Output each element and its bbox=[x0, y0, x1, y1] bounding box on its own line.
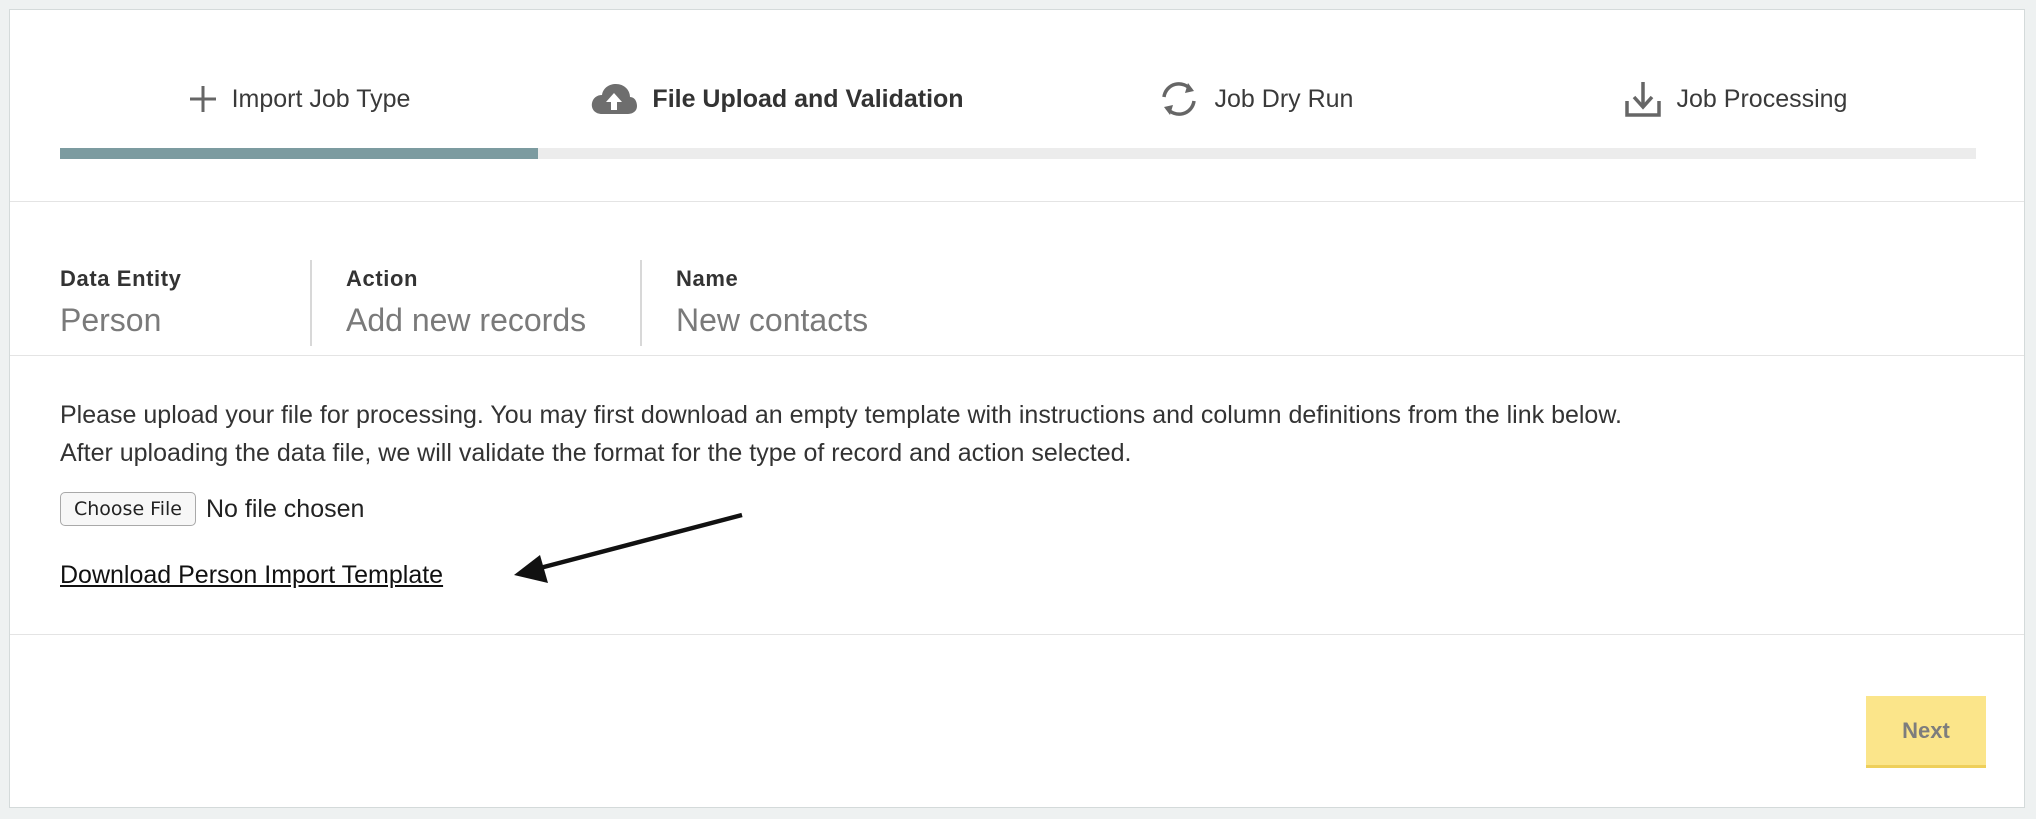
wizard-stepper: Import Job Type File Upload and Validati… bbox=[60, 70, 1976, 150]
annotation-arrow bbox=[514, 512, 743, 583]
step-label: Job Processing bbox=[1676, 84, 1848, 113]
summary-value: Person bbox=[60, 302, 162, 338]
summary-value: Add new records bbox=[346, 302, 587, 338]
divider bbox=[10, 634, 2024, 635]
summary-label: Action bbox=[346, 266, 419, 291]
summary-label: Name bbox=[676, 266, 739, 291]
step-file-upload-validation[interactable]: File Upload and Validation bbox=[538, 70, 1016, 150]
step-job-dry-run[interactable]: Job Dry Run bbox=[1016, 70, 1494, 150]
upload-instructions: Please upload your file for processing. … bbox=[60, 396, 1622, 472]
step-label: Import Job Type bbox=[231, 84, 411, 113]
summary-name: Name New contacts bbox=[640, 260, 898, 346]
summary-action: Action Add new records bbox=[310, 260, 640, 346]
divider bbox=[10, 355, 2024, 356]
summary-value: New contacts bbox=[676, 302, 869, 338]
step-import-job-type[interactable]: Import Job Type bbox=[60, 70, 538, 150]
step-progress-track bbox=[60, 148, 1976, 159]
cloud-upload-icon bbox=[590, 82, 638, 116]
step-job-processing[interactable]: Job Processing bbox=[1494, 70, 1976, 150]
divider bbox=[10, 201, 2024, 202]
file-status: No file chosen bbox=[205, 494, 365, 523]
job-summary: Data Entity Person Action Add new record… bbox=[60, 260, 898, 346]
choose-file-button[interactable]: Choose File bbox=[60, 492, 196, 526]
next-button[interactable]: Next bbox=[1866, 696, 1986, 768]
download-template-link[interactable]: Download Person Import Template bbox=[60, 561, 443, 590]
instructions-line: Please upload your file for processing. … bbox=[60, 401, 1622, 429]
download-icon bbox=[1623, 79, 1663, 119]
file-input: Choose File No file chosen bbox=[60, 492, 364, 526]
step-label: Job Dry Run bbox=[1214, 84, 1354, 113]
instructions-line: After uploading the data file, we will v… bbox=[60, 439, 1132, 467]
step-progress-indicator bbox=[60, 148, 538, 159]
import-wizard-panel: Import Job Type File Upload and Validati… bbox=[9, 9, 2025, 808]
summary-data-entity: Data Entity Person bbox=[60, 260, 310, 346]
summary-label: Data Entity bbox=[60, 266, 182, 291]
step-label: File Upload and Validation bbox=[652, 84, 964, 113]
plus-icon bbox=[188, 84, 218, 114]
refresh-icon bbox=[1157, 80, 1201, 118]
